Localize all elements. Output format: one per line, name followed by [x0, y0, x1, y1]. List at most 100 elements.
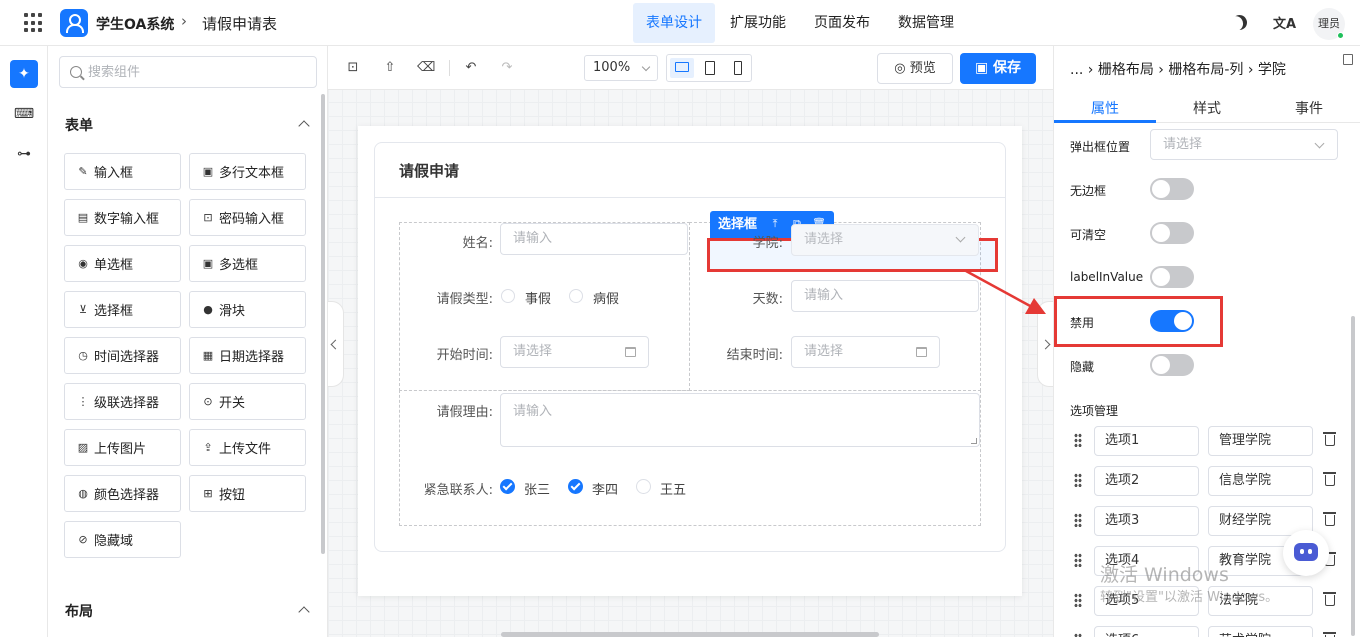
popup-position-select[interactable]: 请选择: [1150, 129, 1338, 160]
drag-handle-icon[interactable]: [1074, 433, 1082, 447]
radio-sick-leave[interactable]: [569, 289, 583, 303]
tab-style[interactable]: 样式: [1156, 98, 1258, 118]
college-select[interactable]: 请选择: [791, 224, 979, 256]
drag-handle-icon[interactable]: [1074, 633, 1082, 637]
form-canvas: 请假申请 姓名: 请输入 选择框 ⤒ ⧉ 🗑 学院: 请选择 请假类型: 事假 …: [358, 126, 1022, 596]
option-value-input[interactable]: 信息学院: [1208, 466, 1313, 496]
code-icon[interactable]: ⊡: [344, 59, 362, 77]
component-cascader[interactable]: ⋮ 级联选择器: [64, 383, 181, 420]
disabled-toggle[interactable]: [1150, 310, 1194, 332]
component-panel-scrollbar[interactable]: [321, 94, 325, 554]
collapse-left-button[interactable]: [328, 301, 344, 387]
desktop-icon[interactable]: [670, 58, 694, 78]
days-input[interactable]: 请输入: [791, 280, 979, 312]
resize-handle-icon[interactable]: [971, 438, 977, 444]
chatbot-icon[interactable]: [1283, 530, 1329, 576]
component-color-picker[interactable]: ◍ 颜色选择器: [64, 475, 181, 512]
redo-icon[interactable]: ↷: [498, 59, 516, 77]
component-checkbox[interactable]: ▣ 多选框: [189, 245, 306, 282]
palette-icon: ◍: [78, 487, 88, 500]
component-select[interactable]: ⊻ 选择框: [64, 291, 181, 328]
radio-icon: ◉: [78, 257, 88, 270]
checkbox-wangwu[interactable]: [636, 479, 651, 494]
properties-scrollbar[interactable]: [1351, 316, 1355, 636]
zoom-select[interactable]: 100%: [584, 55, 658, 81]
chevron-up-icon[interactable]: [298, 120, 310, 132]
clearable-label: 可清空: [1070, 228, 1107, 242]
option-key-input[interactable]: 选项3: [1094, 506, 1199, 536]
clearable-toggle[interactable]: [1150, 222, 1194, 244]
reason-textarea[interactable]: 请输入: [500, 393, 980, 447]
start-time-picker[interactable]: 请选择: [500, 336, 649, 368]
tree-tab-icon[interactable]: ⊶: [10, 140, 38, 168]
checkbox-zhangsan[interactable]: [500, 479, 515, 494]
delete-option-icon[interactable]: [1323, 472, 1336, 486]
option-key-input[interactable]: 选项1: [1094, 426, 1199, 456]
option-value-input[interactable]: 艺术学院: [1208, 626, 1313, 637]
mobile-icon[interactable]: [726, 58, 750, 78]
end-time-picker[interactable]: 请选择: [791, 336, 940, 368]
delete-option-icon[interactable]: [1323, 592, 1336, 606]
delete-option-icon[interactable]: [1323, 432, 1336, 446]
move-top-icon[interactable]: ⤒: [768, 217, 782, 231]
form-section-title: 表单: [65, 118, 93, 134]
option-key-input[interactable]: 选项2: [1094, 466, 1199, 496]
label-in-value-toggle[interactable]: [1150, 266, 1194, 288]
chevron-up-icon[interactable]: [298, 606, 310, 618]
nav-extensions[interactable]: 扩展功能: [717, 3, 799, 43]
tablet-icon[interactable]: [698, 58, 722, 78]
component-number[interactable]: ▤ 数字输入框: [64, 199, 181, 236]
option-key-input[interactable]: 选项6: [1094, 626, 1199, 637]
canvas-horizontal-scrollbar[interactable]: [501, 632, 879, 637]
save-button[interactable]: ▣ 保存: [960, 53, 1036, 84]
preview-button[interactable]: ◎ 预览: [877, 53, 953, 84]
collapse-right-button[interactable]: [1037, 301, 1053, 387]
drag-handle-icon[interactable]: [1074, 513, 1082, 527]
nav-publish[interactable]: 页面发布: [801, 3, 883, 43]
button-icon: ⊞: [203, 487, 213, 500]
option-value-input[interactable]: 管理学院: [1208, 426, 1313, 456]
app-grid-icon[interactable]: [24, 13, 44, 33]
component-time-picker[interactable]: ◷ 时间选择器: [64, 337, 181, 374]
name-input[interactable]: 请输入: [500, 223, 688, 255]
component-password[interactable]: ⊡ 密码输入框: [189, 199, 306, 236]
checkbox-lisi[interactable]: [568, 479, 583, 494]
radio-personal-leave[interactable]: [501, 289, 515, 303]
component-button[interactable]: ⊞ 按钮: [189, 475, 306, 512]
tab-attributes[interactable]: 属性: [1054, 98, 1156, 118]
component-textarea[interactable]: ▣ 多行文本框: [189, 153, 306, 190]
avatar[interactable]: 理员: [1313, 8, 1345, 40]
days-label: 天数:: [752, 292, 783, 307]
drag-handle-icon[interactable]: [1074, 553, 1082, 567]
component-switch[interactable]: ⊙ 开关: [189, 383, 306, 420]
drag-handle-icon[interactable]: [1074, 593, 1082, 607]
nav-data-management[interactable]: 数据管理: [885, 3, 967, 43]
component-search[interactable]: [59, 56, 317, 88]
code-tab-icon[interactable]: ⌨: [10, 100, 38, 128]
avatar-text: 理员: [1318, 17, 1340, 30]
hidden-toggle[interactable]: [1150, 354, 1194, 376]
reason-label: 请假理由:: [436, 405, 493, 420]
nav-form-design[interactable]: 表单设计: [633, 3, 715, 43]
tab-events[interactable]: 事件: [1258, 98, 1360, 118]
copy-icon[interactable]: [1343, 54, 1353, 65]
component-radio[interactable]: ◉ 单选框: [64, 245, 181, 282]
undo-icon[interactable]: ↶: [462, 59, 480, 77]
component-breadcrumb[interactable]: ... › 栅格布局 › 栅格布局-列 › 学院: [1070, 59, 1286, 79]
components-tab-icon[interactable]: ✦: [10, 60, 38, 88]
component-upload-file[interactable]: ⇪ 上传文件: [189, 429, 306, 466]
component-slider[interactable]: ● 滑块: [189, 291, 306, 328]
component-date-picker[interactable]: ▦ 日期选择器: [189, 337, 306, 374]
component-upload-image[interactable]: ▨ 上传图片: [64, 429, 181, 466]
lock-icon: ⊡: [203, 211, 213, 224]
component-hidden-field[interactable]: ⊘ 隐藏域: [64, 521, 181, 558]
translate-icon[interactable]: 文A: [1273, 13, 1296, 32]
delete-icon[interactable]: ⌫: [417, 59, 435, 77]
delete-option-icon[interactable]: [1323, 512, 1336, 526]
component-input[interactable]: ✎ 输入框: [64, 153, 181, 190]
drag-handle-icon[interactable]: [1074, 473, 1082, 487]
export-icon[interactable]: ⇧: [381, 59, 399, 77]
borderless-toggle[interactable]: [1150, 178, 1194, 200]
search-input[interactable]: [88, 57, 308, 87]
dark-mode-icon[interactable]: [1229, 12, 1249, 32]
